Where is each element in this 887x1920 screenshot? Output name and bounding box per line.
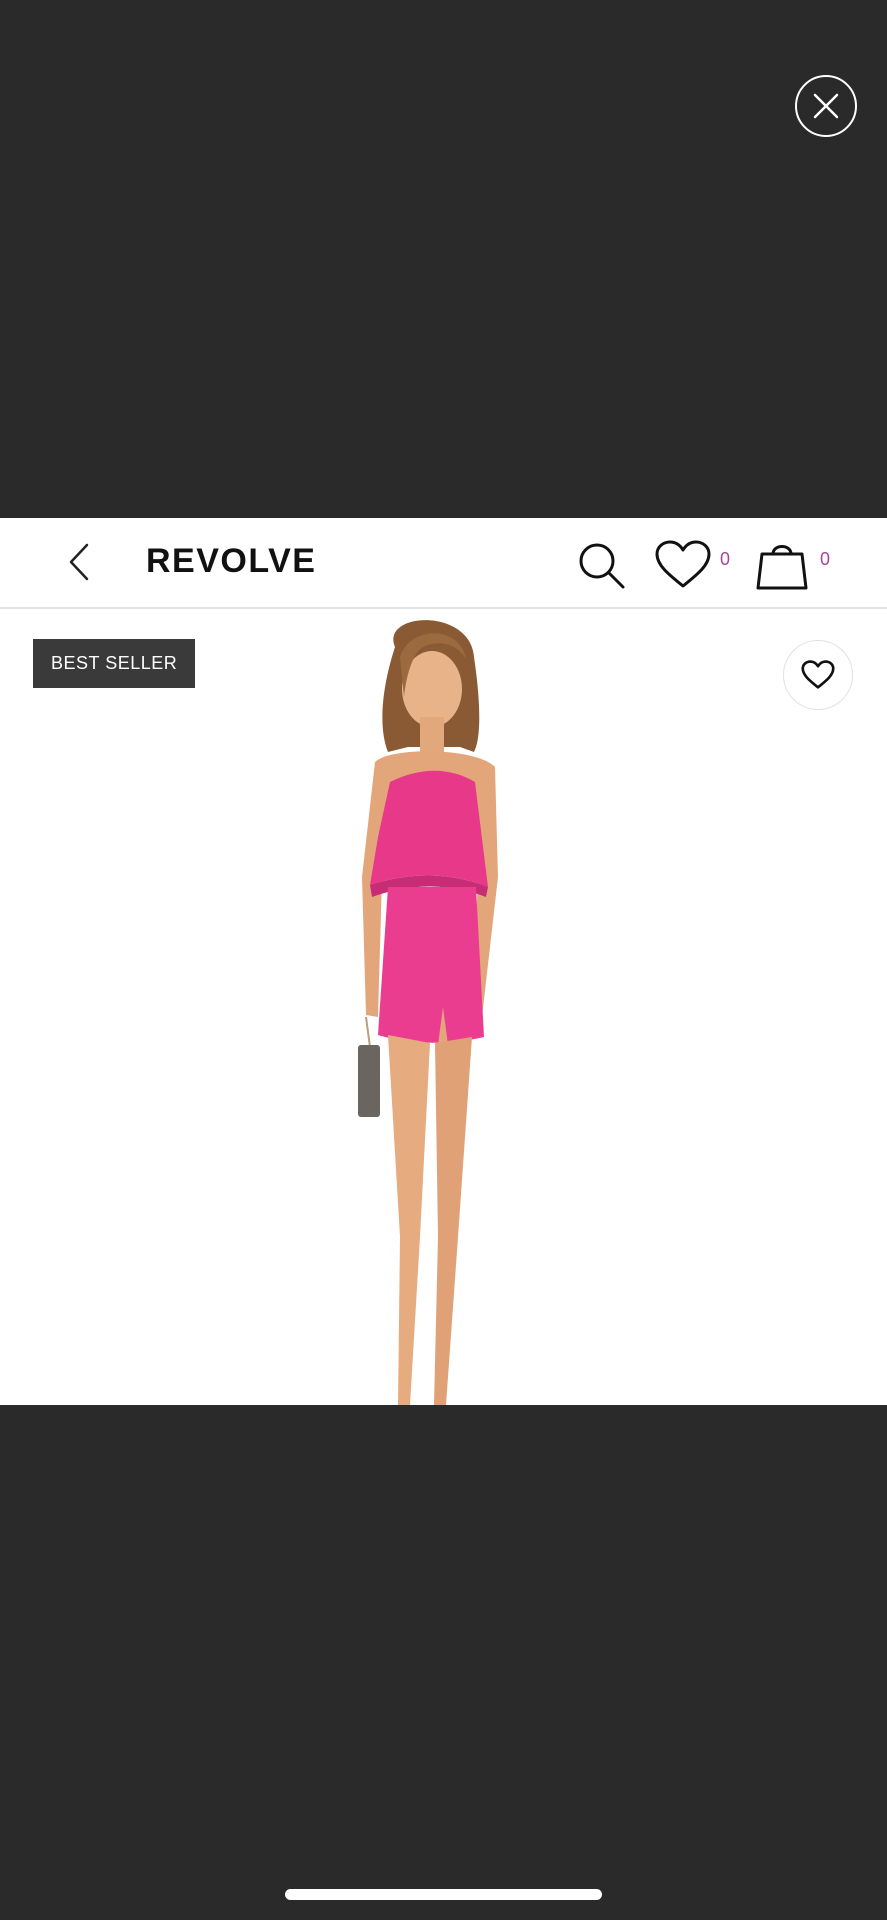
favorite-button[interactable] (783, 640, 853, 710)
shopping-bag-icon (756, 545, 808, 590)
home-indicator[interactable] (285, 1889, 602, 1900)
search-icon (579, 543, 625, 589)
close-icon (813, 93, 839, 119)
bag-count: 0 (820, 549, 831, 569)
shopping-bag-button[interactable] (754, 536, 810, 592)
product-image-area[interactable]: BEST SELLER (0, 609, 887, 1405)
brand-logo[interactable]: REVOLVE (146, 542, 316, 581)
heart-icon (801, 660, 835, 689)
best-seller-badge: BEST SELLER (33, 639, 196, 688)
wishlist-count: 0 (720, 549, 731, 569)
app-header: REVOLVE 0 0 (0, 518, 887, 609)
search-button[interactable] (576, 540, 626, 590)
heart-icon (655, 540, 711, 588)
back-button[interactable] (64, 540, 94, 584)
shared-screenshot: REVOLVE 0 0 BEST SELLER (0, 518, 887, 1405)
wishlist-button[interactable] (654, 540, 712, 590)
close-button[interactable] (795, 75, 857, 137)
product-photo (358, 620, 498, 1405)
chevron-left-icon (69, 543, 89, 581)
